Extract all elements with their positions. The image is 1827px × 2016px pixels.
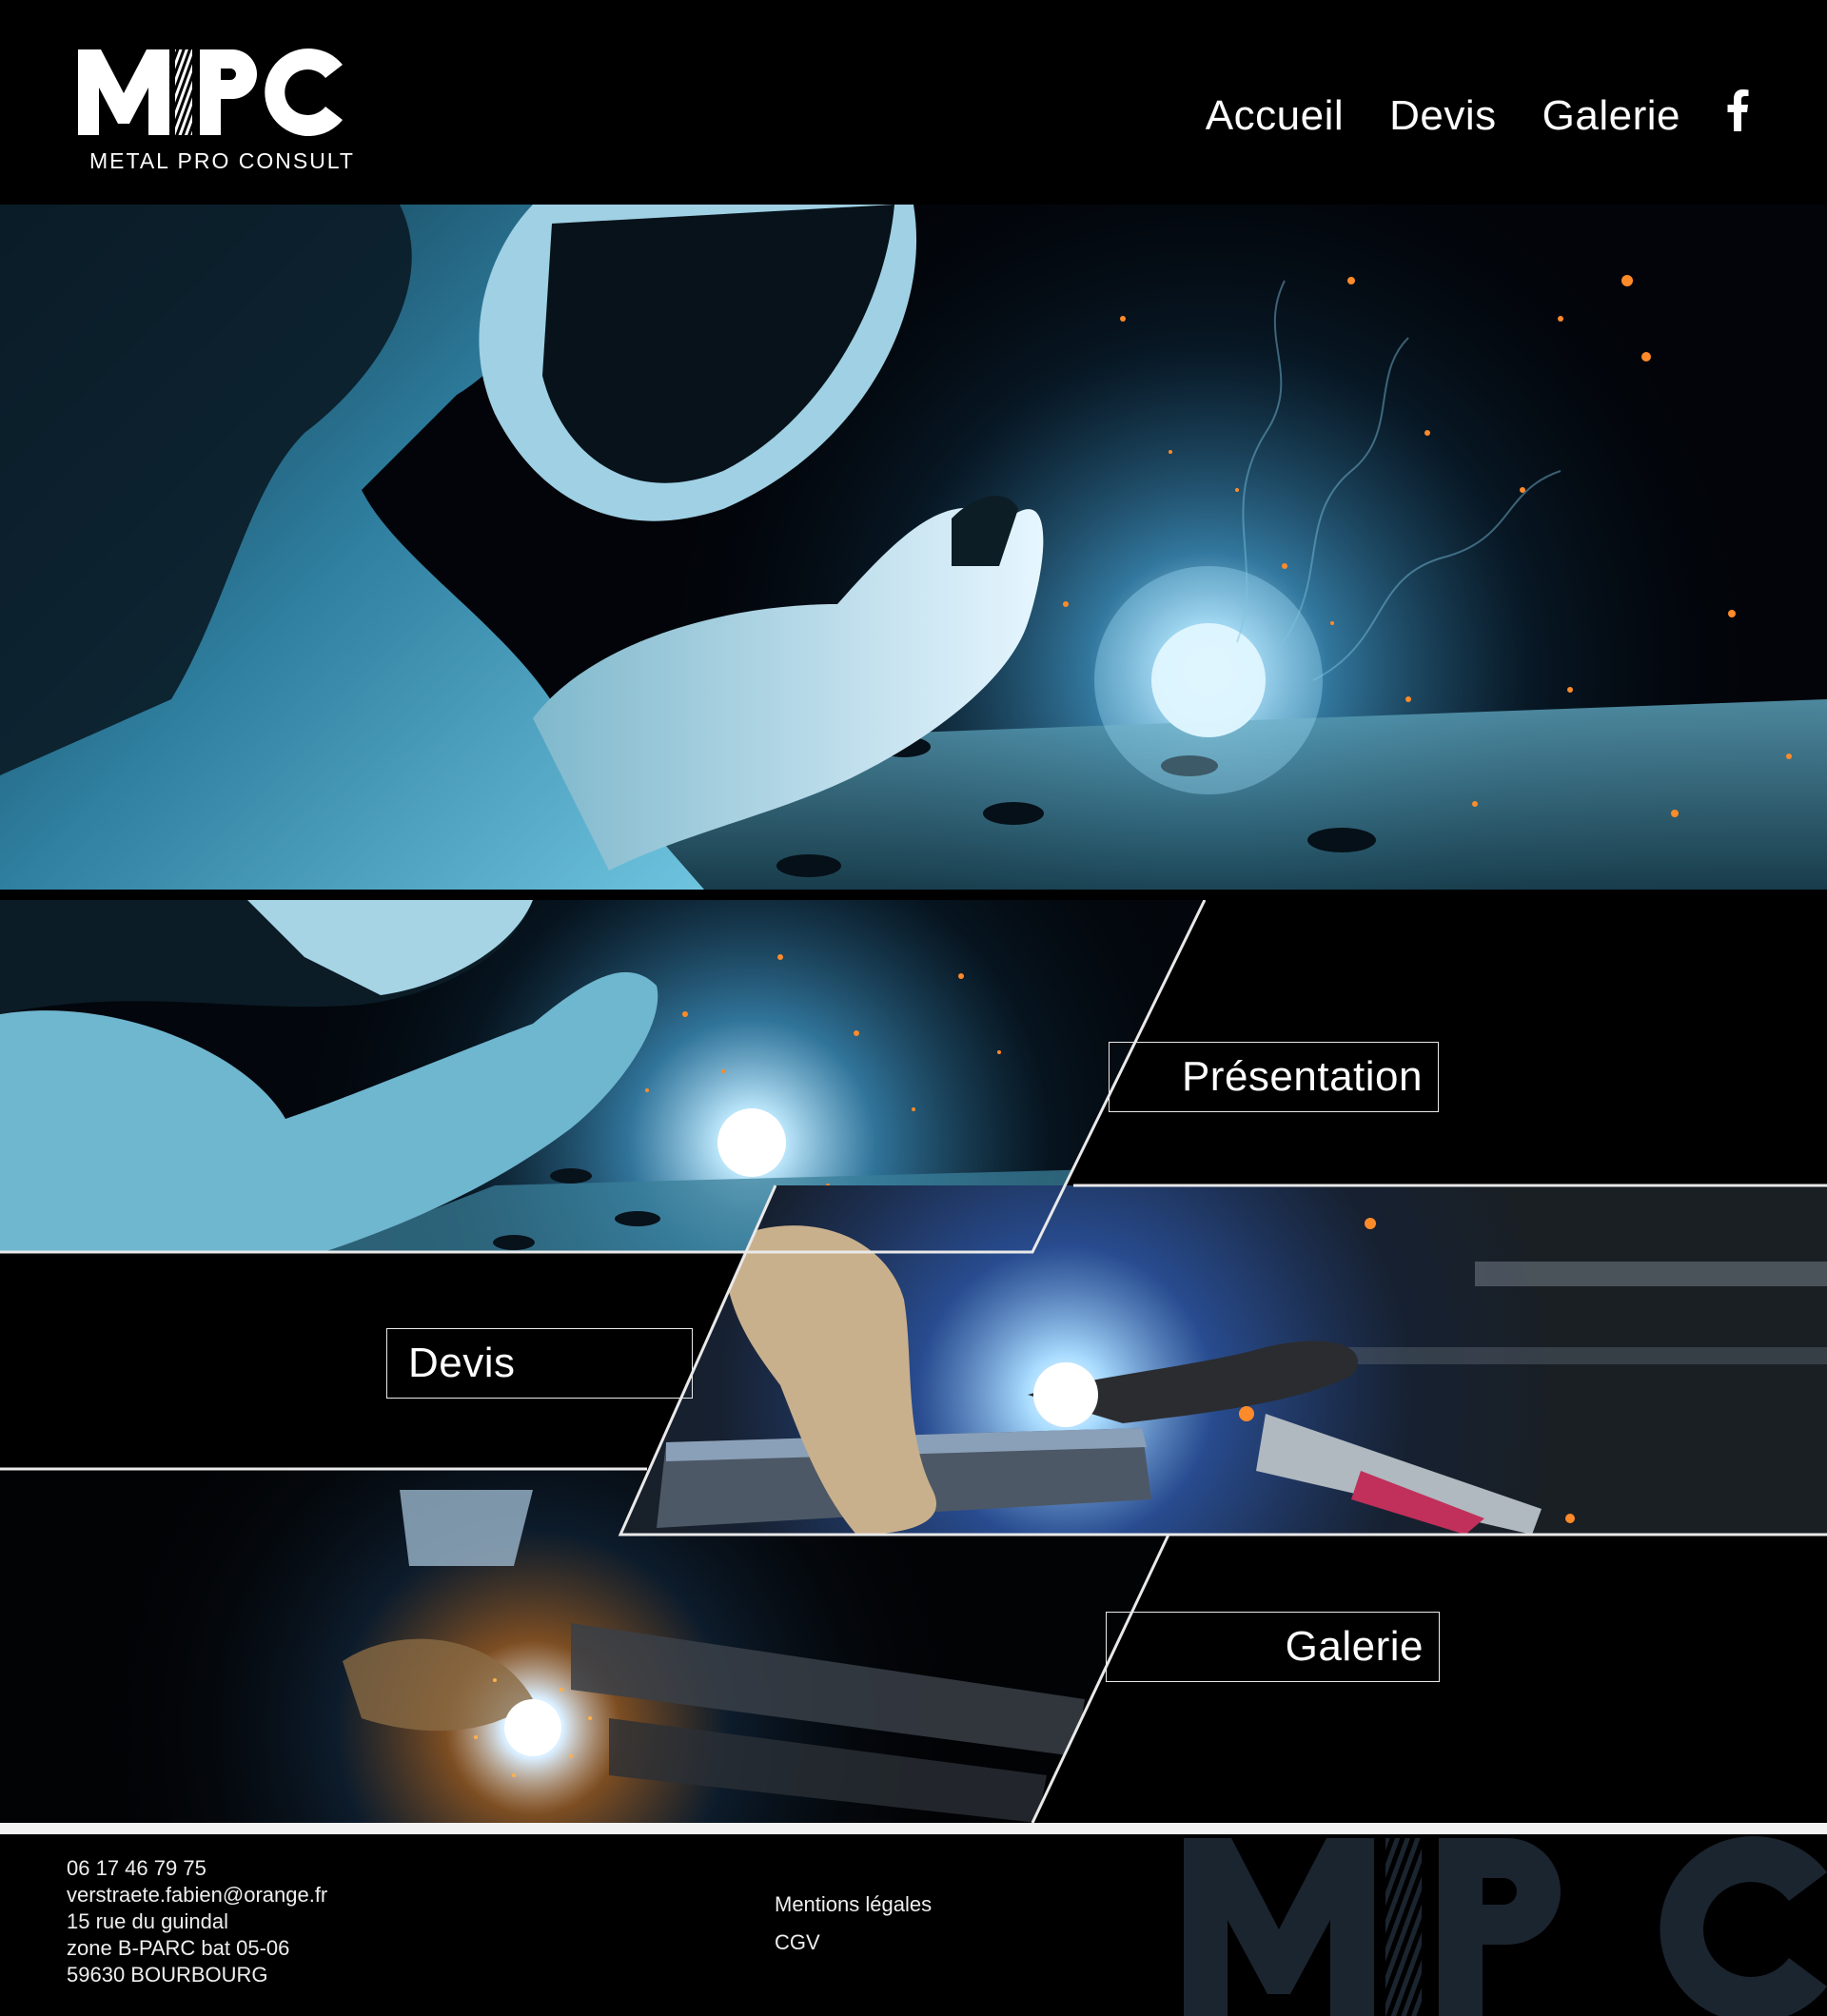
panel-image-devis (620, 1185, 1827, 1535)
hero-illustration (0, 205, 1827, 890)
site-footer: 06 17 46 79 75 verstraete.fabien@orange.… (0, 1834, 1827, 2016)
nav-accueil[interactable]: Accueil (1206, 92, 1344, 140)
nav-galerie[interactable]: Galerie (1542, 92, 1680, 140)
section-label-presentation: Présentation (1181, 1053, 1423, 1100)
mentions-legales-link[interactable]: Mentions légales (775, 1886, 932, 1924)
section-label-devis: Devis (408, 1340, 516, 1386)
hero-welding-image (0, 205, 1827, 890)
nav-devis[interactable]: Devis (1389, 92, 1497, 140)
address-line3: 59630 BOURBOURG (67, 1963, 268, 1987)
panel-illustrations (0, 900, 1827, 1823)
site-logo[interactable]: METAL PRO CONSULT (78, 44, 353, 177)
section-link-devis[interactable]: Devis (386, 1328, 693, 1399)
section-link-presentation[interactable]: Présentation (1109, 1042, 1439, 1112)
footer-divider (0, 1823, 1827, 1834)
site-header: METAL PRO CONSULT Accueil Devis Galerie (0, 0, 1827, 205)
mpc-logo-mark (78, 49, 343, 137)
footer-logo-watermark (1184, 1836, 1827, 2016)
legal-links: Mentions légales CGV (775, 1886, 932, 1962)
section-panels: Présentation Devis Galerie (0, 900, 1827, 1823)
address-line2: zone B-PARC bat 05-06 (67, 1936, 290, 1960)
address-line1: 15 rue du guindal (67, 1909, 229, 1933)
facebook-link[interactable] (1726, 89, 1749, 142)
contact-info: 06 17 46 79 75 verstraete.fabien@orange.… (67, 1855, 327, 1988)
logo-tagline: METAL PRO CONSULT (89, 148, 355, 173)
contact-phone[interactable]: 06 17 46 79 75 (67, 1855, 327, 1882)
section-label-galerie: Galerie (1285, 1623, 1424, 1670)
section-link-galerie[interactable]: Galerie (1106, 1612, 1440, 1682)
cgv-link[interactable]: CGV (775, 1924, 932, 1962)
contact-email[interactable]: verstraete.fabien@orange.fr (67, 1882, 327, 1908)
main-nav: Accueil Devis Galerie (1206, 89, 1749, 142)
facebook-icon (1727, 89, 1749, 131)
